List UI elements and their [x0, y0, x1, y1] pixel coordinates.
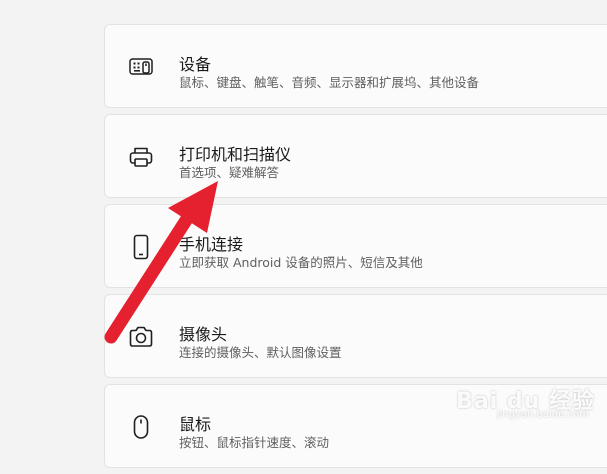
settings-item-camera[interactable]: 摄像头 连接的摄像头、默认图像设置	[104, 294, 607, 378]
phone-icon	[127, 233, 155, 261]
printer-icon	[127, 143, 155, 171]
settings-item-subtitle: 连接的摄像头、默认图像设置	[179, 345, 342, 360]
settings-item-devices[interactable]: 设备 鼠标、键盘、触笔、音频、显示器和扩展坞、其他设备	[104, 24, 607, 108]
watermark: Bai du 经验 jingyan.baidu.com	[456, 375, 599, 431]
keyboard-icon	[127, 53, 155, 81]
settings-item-subtitle: 鼠标、键盘、触笔、音频、显示器和扩展坞、其他设备	[179, 75, 480, 90]
settings-item-subtitle: 按钮、鼠标指针速度、滚动	[179, 435, 330, 450]
settings-item-printers[interactable]: 打印机和扫描仪 首选项、疑难解答	[104, 114, 607, 198]
settings-item-subtitle: 立即获取 Android 设备的照片、短信及其他	[179, 255, 423, 270]
camera-icon	[127, 323, 155, 351]
watermark-url: jingyan.baidu.com	[496, 409, 589, 420]
settings-item-phone-link[interactable]: 手机连接 立即获取 Android 设备的照片、短信及其他	[104, 204, 607, 288]
settings-item-subtitle: 首选项、疑难解答	[179, 165, 280, 180]
